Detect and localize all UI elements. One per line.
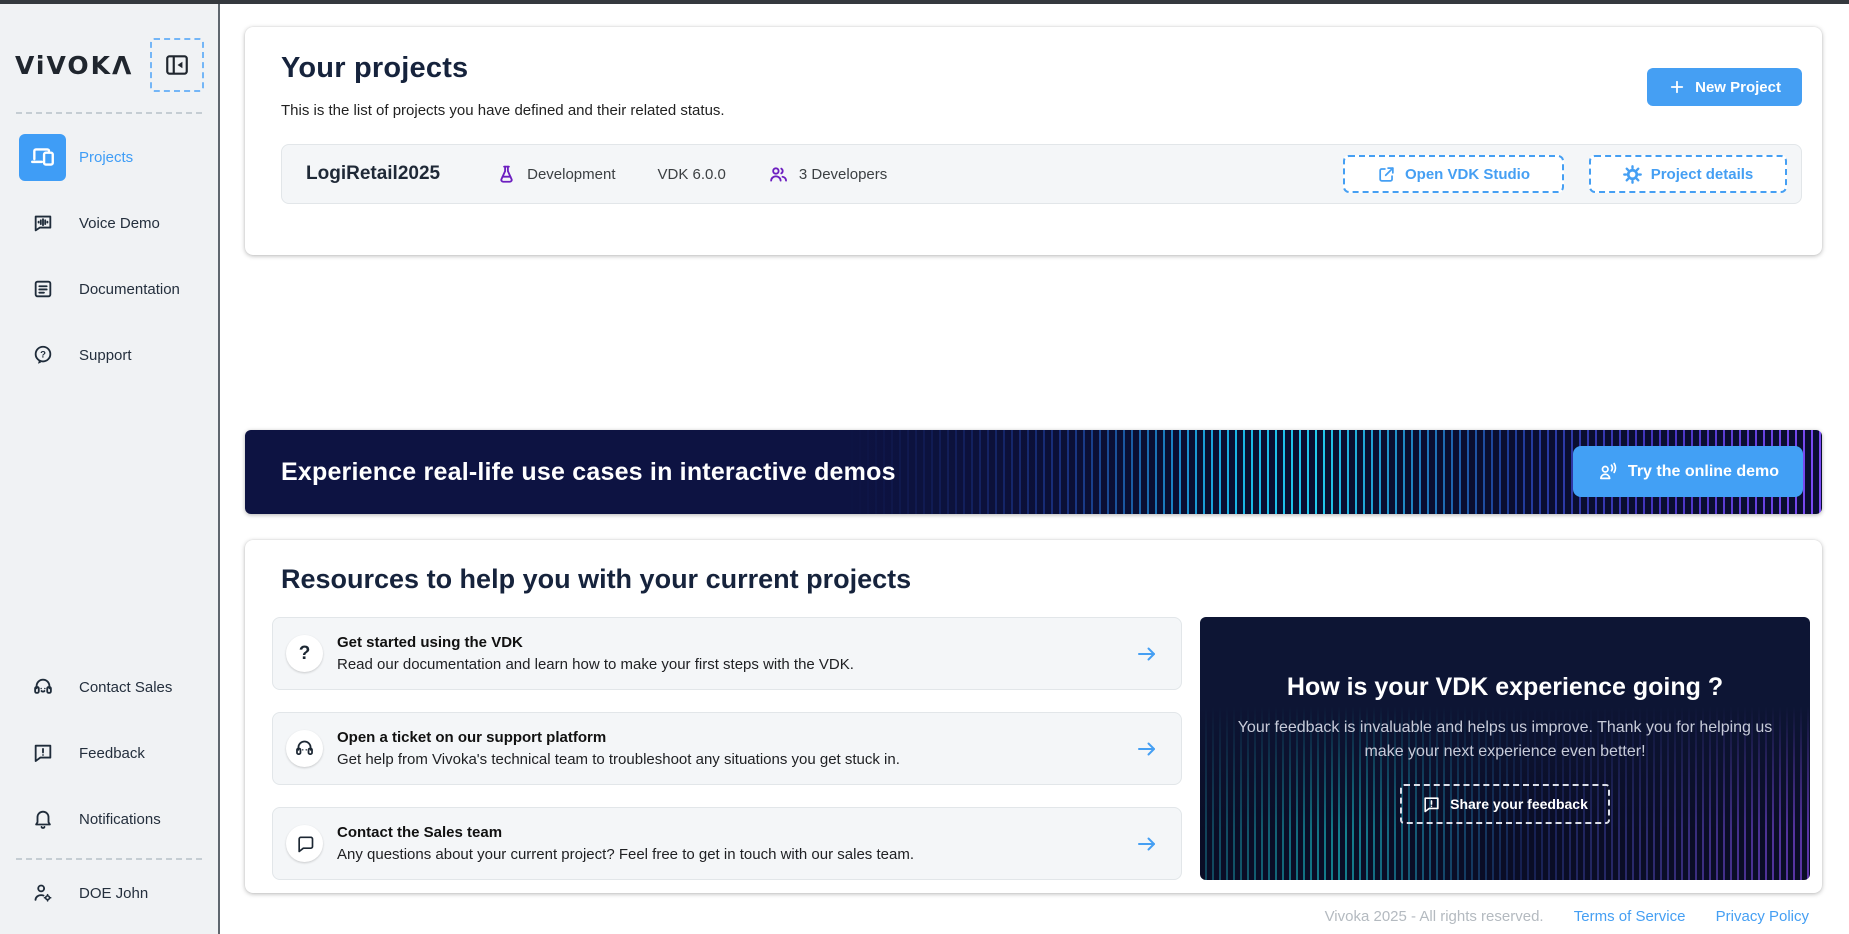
resource-support-ticket[interactable]: Open a ticket on our support platform Ge… [272, 712, 1182, 785]
sidebar-item-label: Notifications [79, 811, 161, 828]
share-feedback-label: Share your feedback [1450, 796, 1588, 812]
resource-title: Get started using the VDK [337, 634, 854, 651]
voice-demo-icon [19, 200, 66, 247]
feedback-panel: How is your VDK experience going ? Your … [1200, 617, 1810, 880]
sidebar-divider-top [16, 112, 202, 114]
main-content: Your projects This is the list of projec… [222, 4, 1849, 934]
user-settings-icon [19, 870, 66, 917]
try-online-demo-label: Try the online demo [1628, 463, 1779, 481]
developers-icon [768, 164, 789, 185]
project-vdk-version: VDK 6.0.0 [658, 166, 726, 183]
copyright-text: Vivoka 2025 - All rights reserved. [1325, 908, 1544, 925]
resources-title: Resources to help you with your current … [281, 564, 1810, 595]
sidebar: ViVOKΛ Projects [0, 4, 220, 934]
feedback-panel-title: How is your VDK experience going ? [1287, 673, 1723, 702]
resource-get-started[interactable]: ? Get started using the VDK Read our doc… [272, 617, 1182, 690]
svg-text:?: ? [40, 349, 46, 360]
vivoka-logo: ViVOKΛ [15, 51, 133, 80]
new-project-button[interactable]: New Project [1647, 68, 1802, 106]
banner-title: Experience real-life use cases in intera… [281, 458, 896, 487]
project-row: LogiRetail2025 Development VDK 6.0.0 [281, 144, 1802, 204]
projects-icon [19, 134, 66, 181]
sidebar-item-label: Support [79, 347, 132, 364]
sidebar-item-documentation[interactable]: Documentation [0, 256, 218, 322]
privacy-policy-link[interactable]: Privacy Policy [1716, 908, 1809, 925]
question-icon: ? [286, 635, 323, 672]
sidebar-item-user-account[interactable]: DOE John [0, 860, 218, 926]
resource-description: Any questions about your current project… [337, 846, 914, 863]
sidebar-item-support[interactable]: ? Support [0, 322, 218, 388]
collapse-sidebar-icon [164, 52, 190, 78]
documentation-icon [19, 266, 66, 313]
projects-card: Your projects This is the list of projec… [245, 27, 1822, 255]
resource-contact-sales[interactable]: Contact the Sales team Any questions abo… [272, 807, 1182, 880]
resource-title: Contact the Sales team [337, 824, 914, 841]
sidebar-item-label: Documentation [79, 281, 180, 298]
open-vdk-studio-button[interactable]: Open VDK Studio [1343, 155, 1564, 193]
new-project-label: New Project [1695, 79, 1781, 96]
footer: Vivoka 2025 - All rights reserved. Terms… [245, 908, 1822, 925]
feedback-icon [1422, 795, 1441, 814]
sidebar-bottom-group: Contact Sales Feedback Notifications [0, 654, 218, 926]
sidebar-item-label: Projects [79, 149, 133, 166]
arrow-right-icon [1135, 737, 1159, 761]
project-details-button[interactable]: Project details [1589, 155, 1787, 193]
plus-icon [1668, 78, 1686, 96]
project-details-label: Project details [1651, 166, 1754, 183]
project-name: LogiRetail2025 [306, 163, 440, 185]
vdk-version-label: VDK 6.0.0 [658, 166, 726, 183]
share-feedback-button[interactable]: Share your feedback [1400, 784, 1610, 824]
support-icon: ? [19, 332, 66, 379]
resource-description: Read our documentation and learn how to … [337, 656, 854, 673]
speaking-person-icon [1597, 461, 1619, 483]
headset-icon [286, 730, 323, 767]
feedback-panel-body: Your feedback is invaluable and helps us… [1230, 716, 1780, 764]
project-status-label: Development [527, 166, 615, 183]
feedback-icon [19, 730, 66, 777]
bell-icon [19, 796, 66, 843]
external-link-icon [1377, 165, 1396, 184]
demo-banner: Experience real-life use cases in intera… [245, 430, 1822, 514]
sidebar-item-contact-sales[interactable]: Contact Sales [0, 654, 218, 720]
terms-of-service-link[interactable]: Terms of Service [1574, 908, 1686, 925]
arrow-right-icon [1135, 642, 1159, 666]
open-vdk-studio-label: Open VDK Studio [1405, 166, 1530, 183]
resource-title: Open a ticket on our support platform [337, 729, 900, 746]
page-title: Your projects [281, 52, 1802, 85]
gear-icon [1623, 165, 1642, 184]
flask-icon [496, 164, 517, 185]
top-window-bar [0, 0, 1849, 4]
sidebar-item-label: Voice Demo [79, 215, 160, 232]
headset-icon [19, 664, 66, 711]
page-subtitle: This is the list of projects you have de… [281, 102, 1802, 119]
sidebar-item-feedback[interactable]: Feedback [0, 720, 218, 786]
sidebar-item-projects[interactable]: Projects [0, 124, 218, 190]
sidebar-item-notifications[interactable]: Notifications [0, 786, 218, 852]
resource-description: Get help from Vivoka's technical team to… [337, 751, 900, 768]
sidebar-nav: Projects Voice Demo [0, 124, 218, 388]
sidebar-item-voice-demo[interactable]: Voice Demo [0, 190, 218, 256]
project-status: Development [496, 164, 615, 185]
collapse-sidebar-button[interactable] [150, 38, 204, 92]
user-name-label: DOE John [79, 885, 148, 902]
resources-card: Resources to help you with your current … [245, 540, 1822, 893]
sidebar-item-label: Feedback [79, 745, 145, 762]
sidebar-item-label: Contact Sales [79, 679, 172, 696]
resources-list: ? Get started using the VDK Read our doc… [272, 617, 1182, 880]
developers-count-label: 3 Developers [799, 166, 887, 183]
project-developers: 3 Developers [768, 164, 887, 185]
chat-bubble-icon [286, 825, 323, 862]
arrow-right-icon [1135, 832, 1159, 856]
try-online-demo-button[interactable]: Try the online demo [1573, 446, 1803, 497]
